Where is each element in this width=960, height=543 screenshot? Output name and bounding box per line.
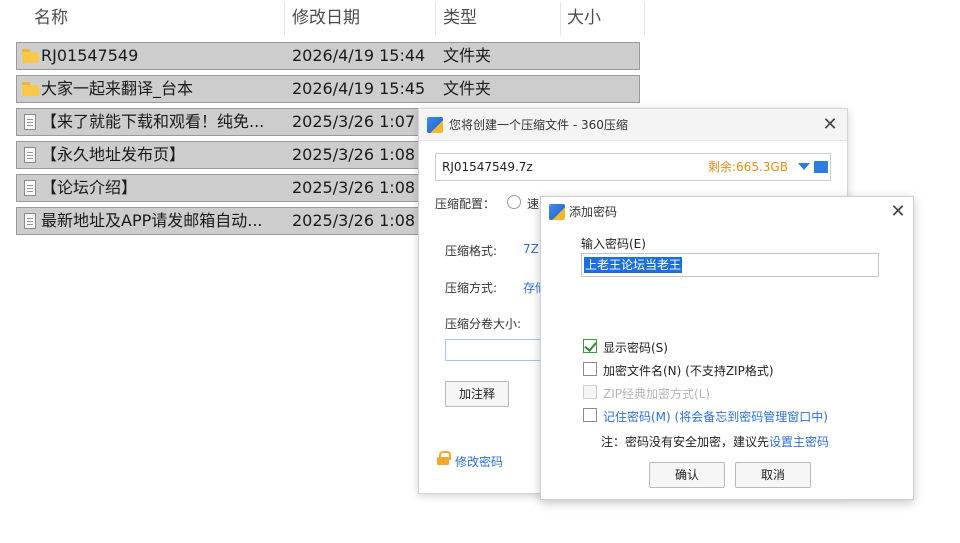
close-icon[interactable]: ✕ <box>819 114 841 136</box>
output-path-field[interactable]: RJ01547549.7z 剩余:665.3GB <box>435 153 831 181</box>
password-input[interactable]: 上老王论坛当老王 <box>581 253 879 277</box>
dropdown-arrow-icon[interactable] <box>798 163 810 170</box>
text-file-icon <box>24 147 36 163</box>
remember-password-checkbox[interactable] <box>583 408 597 422</box>
file-row[interactable]: RJ01547549 2026/4/19 15:44 文件夹 <box>16 42 640 70</box>
security-note-text: 注：密码没有安全加密，建议先 <box>601 435 770 449</box>
column-header-type[interactable]: 类型 <box>443 0 477 36</box>
360-compress-app-icon <box>427 117 443 133</box>
column-header-date[interactable]: 修改日期 <box>292 0 360 36</box>
split-size-input[interactable] <box>445 339 545 361</box>
column-header-size[interactable]: 大小 <box>567 0 601 36</box>
file-name: 【来了就能下载和观看！纯免... <box>41 112 265 131</box>
remember-password-label[interactable]: 记住密码(M) (将会备忘到密码管理窗口中) <box>603 408 828 425</box>
add-comment-button[interactable]: 加注释 <box>445 381 509 407</box>
file-name: 最新地址及APP请发邮箱自动... <box>41 211 263 230</box>
text-file-icon <box>24 180 36 196</box>
show-password-label[interactable]: 显示密码(S) <box>603 339 668 356</box>
column-divider[interactable] <box>435 2 436 36</box>
file-row[interactable]: 大家一起来翻译_台本 2026/4/19 15:45 文件夹 <box>16 75 640 103</box>
folder-icon <box>22 82 39 96</box>
set-master-password-link[interactable]: 设置主密码 <box>769 435 829 449</box>
file-date: 2025/3/26 1:07 <box>292 112 416 131</box>
file-date: 2025/3/26 1:08 <box>292 211 416 230</box>
sort-ascending-icon: ⌃ <box>149 0 160 9</box>
archive-filename: RJ01547549.7z <box>442 160 533 174</box>
file-name: 【永久地址发布页】 <box>41 145 186 164</box>
folder-icon <box>22 49 39 63</box>
confirm-button[interactable]: 确认 <box>649 462 725 488</box>
cancel-button[interactable]: 取消 <box>735 462 811 488</box>
format-label: 压缩格式: <box>445 244 498 258</box>
file-type: 文件夹 <box>443 46 492 65</box>
file-date: 2025/3/26 1:08 <box>292 145 416 164</box>
config-option-label: 速 <box>527 197 540 211</box>
add-password-dialog: 添加密码 ✕ 输入密码(E) 上老王论坛当老王 显示密码(S) 加密文件名(N)… <box>540 196 914 500</box>
file-date: 2025/3/26 1:08 <box>292 178 416 197</box>
password-dialog-titlebar[interactable]: 添加密码 ✕ <box>541 197 913 227</box>
file-date: 2026/4/19 15:45 <box>292 79 426 98</box>
file-date: 2026/4/19 15:44 <box>292 46 426 65</box>
text-file-icon <box>24 114 36 130</box>
text-file-icon <box>24 213 36 229</box>
compress-dialog-titlebar[interactable]: 您将创建一个压缩文件 - 360压缩 ✕ <box>419 109 847 141</box>
lock-icon <box>437 451 451 465</box>
config-radio-fast[interactable] <box>507 195 521 209</box>
security-note: 注：密码没有安全加密，建议先设置主密码 <box>601 433 829 450</box>
column-divider[interactable] <box>644 2 645 36</box>
column-divider[interactable] <box>560 2 561 36</box>
file-name: 大家一起来翻译_台本 <box>41 79 194 98</box>
change-password-link[interactable]: 修改密码 <box>455 453 503 470</box>
file-name: RJ01547549 <box>41 46 139 65</box>
show-password-checkbox[interactable] <box>583 339 597 353</box>
encrypt-filenames-label[interactable]: 加密文件名(N) (不支持ZIP格式) <box>603 362 774 379</box>
format-value[interactable]: 7Z <box>523 242 539 256</box>
zip-classic-checkbox <box>583 385 597 399</box>
360-compress-app-icon <box>549 204 565 220</box>
free-space-label: 剩余:665.3GB <box>708 160 788 174</box>
file-type: 文件夹 <box>443 79 492 98</box>
password-input-label: 输入密码(E) <box>581 237 646 251</box>
compress-dialog-title: 您将创建一个压缩文件 - 360压缩 <box>449 118 628 132</box>
browse-folder-icon[interactable] <box>814 161 828 173</box>
encrypt-filenames-checkbox[interactable] <box>583 362 597 376</box>
method-label: 压缩方式: <box>445 281 498 295</box>
file-name: 【论坛介绍】 <box>41 178 138 197</box>
split-size-label: 压缩分卷大小: <box>445 317 522 331</box>
zip-classic-label: ZIP经典加密方式(L) <box>603 387 711 401</box>
close-icon[interactable]: ✕ <box>887 201 909 223</box>
column-divider[interactable] <box>284 2 285 36</box>
column-header-name[interactable]: 名称 <box>34 0 68 36</box>
config-label: 压缩配置： <box>435 197 496 211</box>
password-dialog-title: 添加密码 <box>569 205 618 219</box>
password-value: 上老王论坛当老王 <box>584 257 683 273</box>
